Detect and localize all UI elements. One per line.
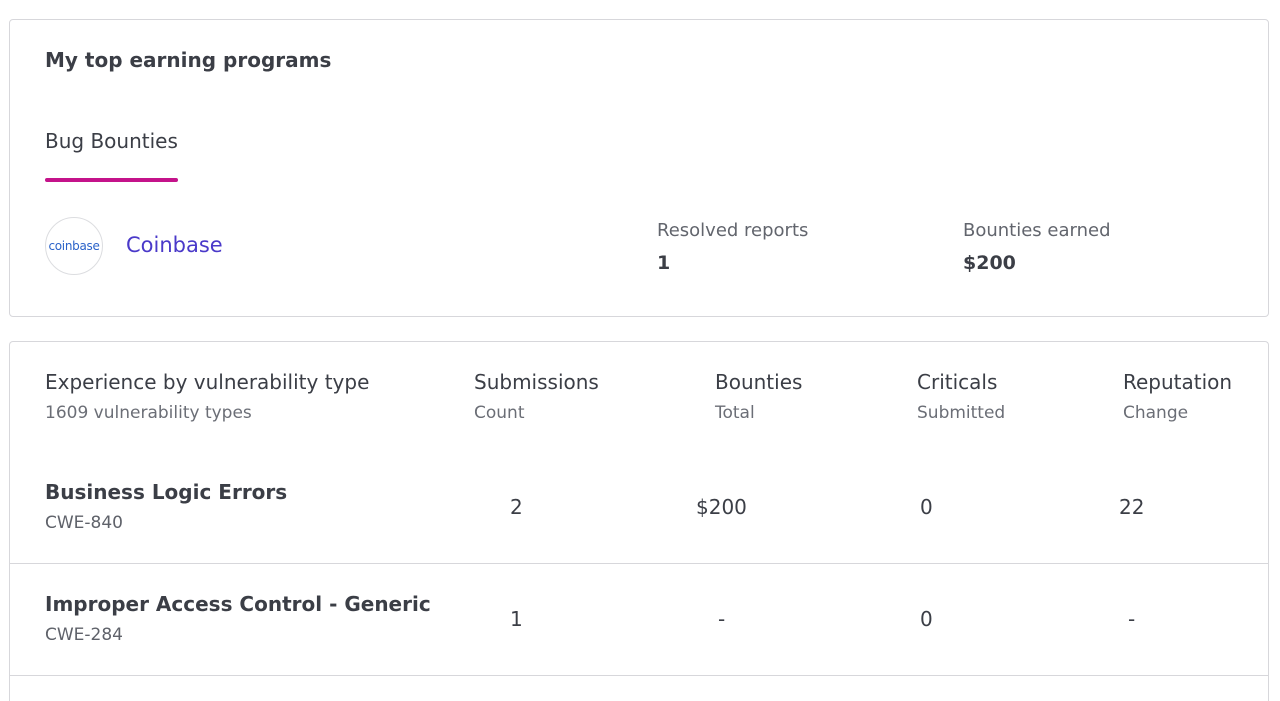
column-header-submissions[interactable]: Submissions (474, 370, 599, 394)
row-divider (10, 675, 1268, 676)
program-logo-text: coinbase (48, 239, 100, 253)
submissions-count: 2 (510, 495, 523, 519)
column-subheader-submitted: Submitted (917, 403, 1006, 423)
bounties-total: $200 (696, 495, 747, 519)
vulnerability-name: Improper Access Control - Generic (45, 592, 431, 616)
reputation-change: 22 (1119, 495, 1145, 519)
vulnerability-cwe: CWE-840 (45, 513, 124, 533)
column-subheader-change: Change (1123, 403, 1189, 423)
bounties-earned-label: Bounties earned (963, 220, 1111, 241)
vulnerability-cwe: CWE-284 (45, 625, 124, 645)
column-subheader-count: Count (474, 403, 525, 423)
column-subheader-total: Total (715, 403, 755, 423)
top-earning-programs-card: My top earning programs Bug Bounties coi… (9, 19, 1269, 317)
column-header-criticals[interactable]: Criticals (917, 370, 997, 394)
vulnerability-experience-card: Experience by vulnerability type 1609 vu… (9, 341, 1269, 701)
vulnerability-name: Business Logic Errors (45, 480, 288, 504)
tab-active-indicator (45, 178, 178, 182)
submissions-count: 1 (510, 607, 523, 631)
criticals-submitted: 0 (920, 495, 933, 519)
column-header-reputation[interactable]: Reputation (1123, 370, 1232, 394)
table-row: Business Logic Errors CWE-840 2 $200 0 2… (10, 452, 1268, 563)
vulnerability-section-subtitle: 1609 vulnerability types (45, 403, 252, 423)
tab-bug-bounties[interactable]: Bug Bounties (45, 129, 178, 153)
bounties-earned-value: $200 (963, 252, 1016, 274)
criticals-submitted: 0 (920, 607, 933, 631)
table-row: Improper Access Control - Generic CWE-28… (10, 564, 1268, 675)
resolved-reports-value: 1 (657, 252, 671, 274)
vulnerability-section-title: Experience by vulnerability type (45, 370, 370, 394)
program-name-link[interactable]: Coinbase (126, 233, 223, 257)
bounties-total: - (718, 607, 726, 631)
card-title: My top earning programs (45, 48, 332, 72)
program-logo[interactable]: coinbase (45, 217, 103, 275)
resolved-reports-label: Resolved reports (657, 220, 809, 241)
column-header-bounties[interactable]: Bounties (715, 370, 802, 394)
reputation-change: - (1128, 607, 1136, 631)
